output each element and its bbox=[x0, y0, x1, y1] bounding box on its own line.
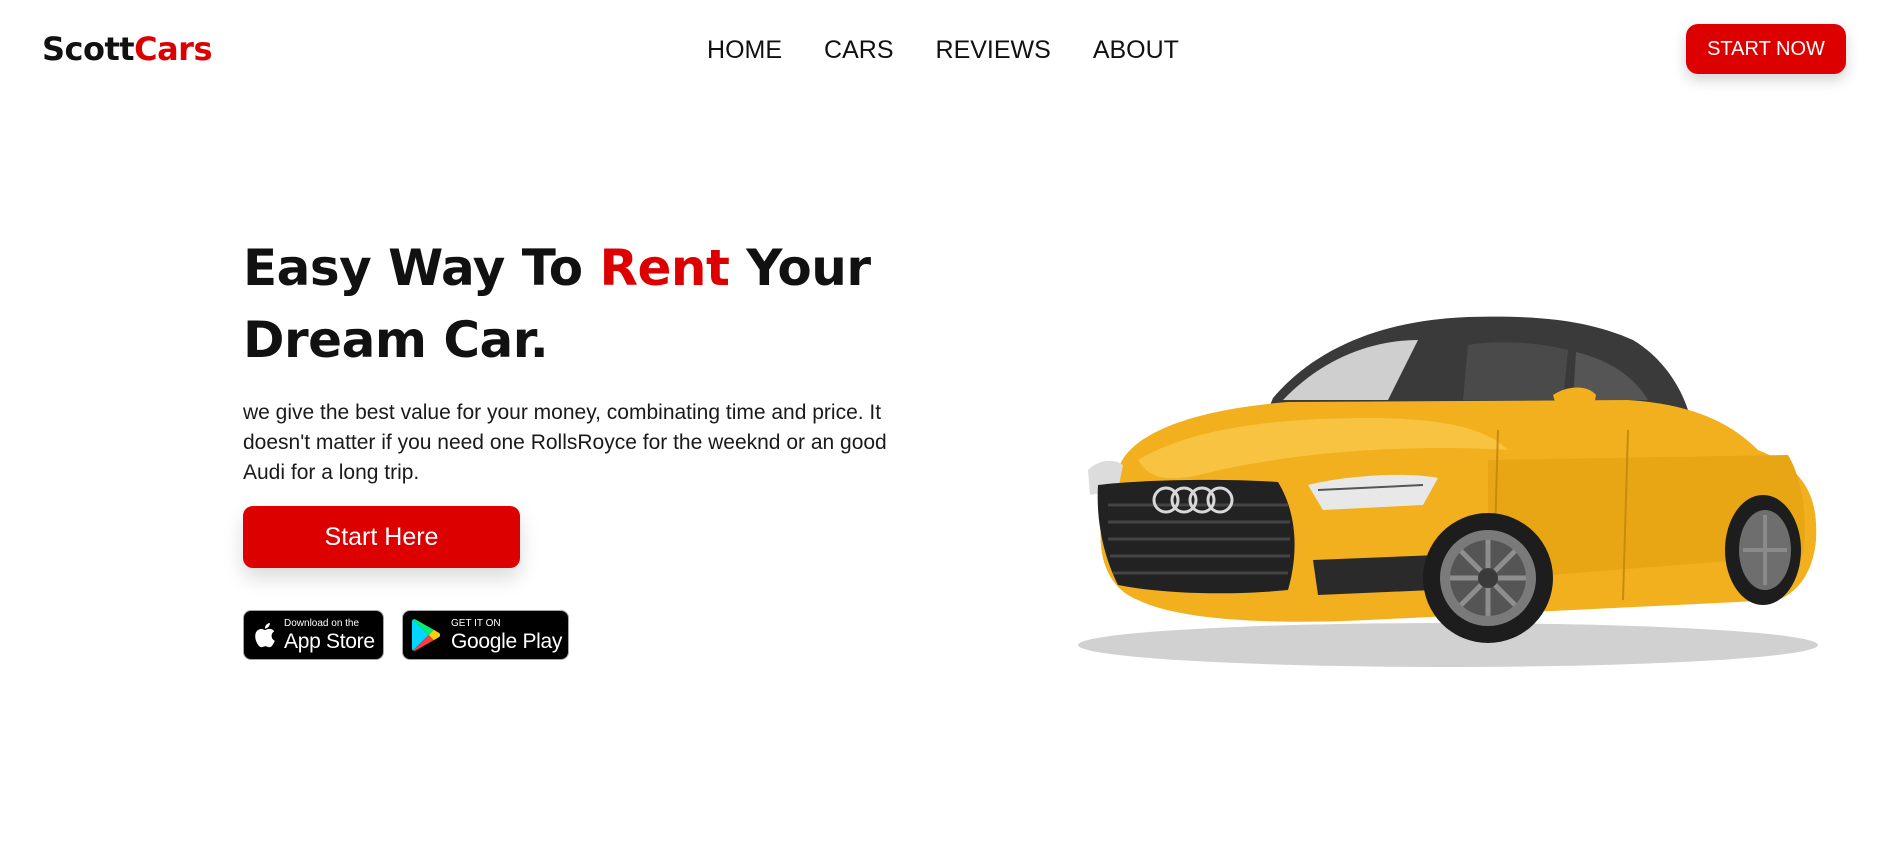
nav-link-about[interactable]: ABOUT bbox=[1093, 32, 1179, 68]
app-store-small-text: Download on the bbox=[284, 617, 360, 629]
hero-description: we give the best value for your money, c… bbox=[243, 401, 887, 484]
hero-title-part1: Easy Way To bbox=[243, 239, 600, 297]
hero-title: Easy Way To Rent Your Dream Car. bbox=[243, 232, 943, 376]
google-play-big-text: Google Play bbox=[451, 629, 563, 653]
nav-link-cars[interactable]: CARS bbox=[824, 32, 893, 68]
nav-link-home[interactable]: HOME bbox=[707, 32, 782, 68]
start-now-button[interactable]: START NOW bbox=[1686, 24, 1846, 74]
google-play-small-text: GET IT ON bbox=[451, 617, 501, 629]
nav-link-reviews[interactable]: REVIEWS bbox=[936, 32, 1051, 68]
car-image bbox=[1068, 300, 1828, 680]
apple-icon bbox=[244, 611, 284, 659]
google-play-icon bbox=[403, 611, 451, 659]
google-play-text: GET IT ON Google Play bbox=[451, 617, 563, 653]
main-nav: HOME CARS REVIEWS ABOUT bbox=[0, 32, 1886, 68]
hero-title-accent: Rent bbox=[599, 239, 730, 297]
app-store-badge[interactable]: Download on the App Store bbox=[243, 610, 384, 660]
site-header: ScottCars HOME CARS REVIEWS ABOUT START … bbox=[0, 0, 1886, 100]
start-here-button[interactable]: Start Here bbox=[243, 506, 520, 568]
app-store-big-text: App Store bbox=[284, 629, 375, 653]
app-store-text: Download on the App Store bbox=[284, 617, 375, 653]
google-play-badge[interactable]: GET IT ON Google Play bbox=[402, 610, 569, 660]
